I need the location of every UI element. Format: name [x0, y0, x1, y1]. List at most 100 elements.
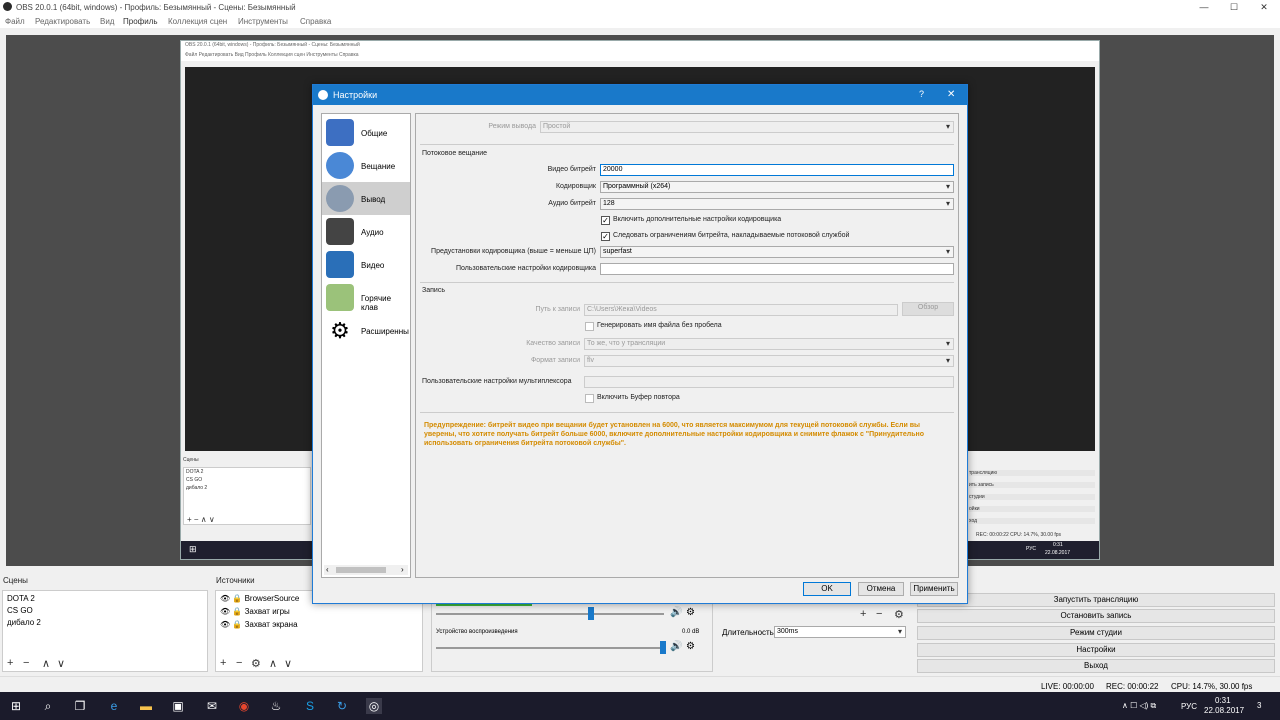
close-button[interactable]: ✕ [1249, 0, 1279, 14]
clock-date[interactable]: 22.08.2017 [1204, 706, 1244, 715]
sidebar-item-advanced[interactable]: ⚙ Расширенны [322, 314, 410, 347]
rec-quality-select[interactable]: То же, что у трансляции [584, 338, 954, 350]
scene-item[interactable]: дибало 2 [7, 618, 41, 627]
refresh-app-icon[interactable]: ↻ [334, 698, 350, 714]
source-item[interactable]: 👁 🔒 Захват игры [220, 607, 290, 616]
start-streaming-button[interactable]: Запустить трансляцию [917, 593, 1275, 607]
speaker-icon[interactable]: 🔊 [670, 607, 682, 618]
lock-icon[interactable]: 🔒 [232, 607, 242, 616]
gear-icon[interactable]: ⚙ [686, 607, 695, 618]
maximize-button[interactable]: ☐ [1219, 0, 1249, 14]
menu-scene-collection[interactable]: Коллекция сцен [168, 17, 227, 26]
obs-taskbar-icon[interactable]: ◎ [366, 698, 382, 714]
enforce-limits-checkbox[interactable]: ✓ [601, 232, 610, 241]
source-item[interactable]: 👁 🔒 BrowserSource [220, 594, 299, 603]
settings-button[interactable]: Настройки [917, 643, 1275, 657]
no-space-checkbox[interactable] [585, 322, 594, 331]
add-transition-button[interactable]: + [860, 608, 866, 620]
steam-icon[interactable]: ♨ [268, 698, 284, 714]
volume-slider[interactable] [436, 647, 664, 649]
start-icon[interactable]: ⊞ [8, 698, 24, 714]
skype-icon[interactable]: S [302, 698, 318, 714]
scroll-right-icon[interactable]: › [401, 565, 404, 574]
menu-edit[interactable]: Редактировать [35, 17, 90, 26]
eye-icon[interactable]: 👁 [220, 620, 230, 629]
captured-tray-lang: РУС [1026, 546, 1037, 552]
task-view-icon[interactable]: ❐ [72, 698, 88, 714]
menu-view[interactable]: Вид [100, 17, 114, 26]
help-button[interactable]: ? [919, 89, 924, 99]
custom-encoder-input[interactable] [600, 263, 954, 275]
ok-button[interactable]: OK [803, 582, 851, 596]
section-divider [420, 144, 954, 145]
minimize-button[interactable]: — [1189, 0, 1219, 14]
sidebar-item-output[interactable]: Вывод [322, 182, 410, 215]
move-up-icon[interactable]: ∧ [42, 657, 50, 670]
move-up-icon[interactable]: ∧ [269, 657, 277, 670]
gear-icon[interactable]: ⚙ [686, 641, 695, 652]
general-icon [326, 119, 354, 146]
browse-button[interactable]: Обзор [902, 302, 954, 316]
cancel-button[interactable]: Отмена [858, 582, 904, 596]
remove-source-button[interactable]: − [236, 657, 242, 669]
move-down-icon[interactable]: ∨ [57, 657, 65, 670]
volume-slider-handle[interactable] [660, 641, 666, 654]
eye-icon[interactable]: 👁 [220, 594, 230, 603]
sidebar-item-video[interactable]: Видео [322, 248, 410, 281]
dialog-close-button[interactable]: ✕ [947, 89, 955, 100]
sidebar-item-audio[interactable]: Аудио [322, 215, 410, 248]
gear-icon[interactable]: ⚙ [251, 657, 261, 670]
mail-icon[interactable]: ✉ [204, 698, 220, 714]
notification-badge[interactable]: 3 [1257, 701, 1261, 710]
advanced-encoder-checkbox[interactable]: ✓ [601, 216, 610, 225]
sidebar-item-general[interactable]: Общие [322, 116, 410, 149]
add-source-button[interactable]: + [220, 657, 226, 669]
preset-select[interactable]: superfast [600, 246, 954, 258]
lock-icon[interactable]: 🔒 [232, 594, 242, 603]
rec-format-select[interactable]: flv [584, 355, 954, 367]
studio-mode-button[interactable]: Режим студии [917, 626, 1275, 640]
scene-item[interactable]: DOTA 2 [7, 594, 35, 603]
remove-transition-button[interactable]: − [876, 608, 882, 620]
scene-item[interactable]: CS GO [7, 606, 33, 615]
rec-path-input[interactable]: C:\Users\Жека\Videos [584, 304, 898, 316]
menu-tools[interactable]: Инструменты [238, 17, 288, 26]
exit-button[interactable]: Выход [917, 659, 1275, 673]
search-icon[interactable]: ⌕ [40, 698, 56, 714]
chrome-icon[interactable]: ◉ [236, 698, 252, 714]
menu-profile[interactable]: Профиль [123, 17, 158, 26]
volume-slider-handle[interactable] [588, 607, 594, 620]
move-down-icon[interactable]: ∨ [284, 657, 292, 670]
eye-icon[interactable]: 👁 [220, 607, 230, 616]
sidebar-item-stream[interactable]: Вещание [322, 149, 410, 182]
output-mode-select[interactable]: Простой [540, 121, 954, 133]
menu-help[interactable]: Справка [300, 17, 331, 26]
scrollbar-thumb[interactable] [336, 567, 386, 573]
lock-icon[interactable]: 🔒 [232, 620, 242, 629]
add-scene-button[interactable]: + [7, 657, 13, 669]
duration-spinbox[interactable]: 300ms [774, 626, 906, 638]
clock-time[interactable]: 0:31 [1215, 696, 1231, 705]
language-indicator[interactable]: РУС [1181, 702, 1197, 711]
replay-buffer-checkbox[interactable] [585, 394, 594, 403]
gear-icon[interactable]: ⚙ [894, 608, 904, 621]
encoder-select[interactable]: Программный (x264) [600, 181, 954, 193]
file-explorer-icon[interactable]: ▬ [138, 698, 154, 714]
store-icon[interactable]: ▣ [170, 698, 186, 714]
scroll-left-icon[interactable]: ‹ [326, 565, 329, 574]
remove-scene-button[interactable]: − [23, 657, 29, 669]
speaker-icon[interactable]: 🔊 [670, 641, 682, 652]
stop-recording-button[interactable]: Остановить запись [917, 609, 1275, 623]
source-item[interactable]: 👁 🔒 Захват экрана [220, 620, 298, 629]
sidebar-scrollbar[interactable]: ‹ › [324, 565, 408, 575]
tray-icons[interactable]: ∧ ☐ ◁) ⧉ [1122, 701, 1156, 711]
apply-button[interactable]: Применить [910, 582, 958, 596]
edge-icon[interactable]: e [106, 698, 122, 714]
sidebar-item-hotkeys[interactable]: Горячие клав [322, 281, 410, 314]
audio-bitrate-select[interactable]: 128 [600, 198, 954, 210]
muxer-input[interactable] [584, 376, 954, 388]
video-bitrate-spinbox[interactable]: 20000 [600, 164, 954, 176]
db-readout: 0.0 dB [682, 629, 700, 635]
volume-slider[interactable] [436, 613, 664, 615]
menu-file[interactable]: Файл [5, 17, 25, 26]
